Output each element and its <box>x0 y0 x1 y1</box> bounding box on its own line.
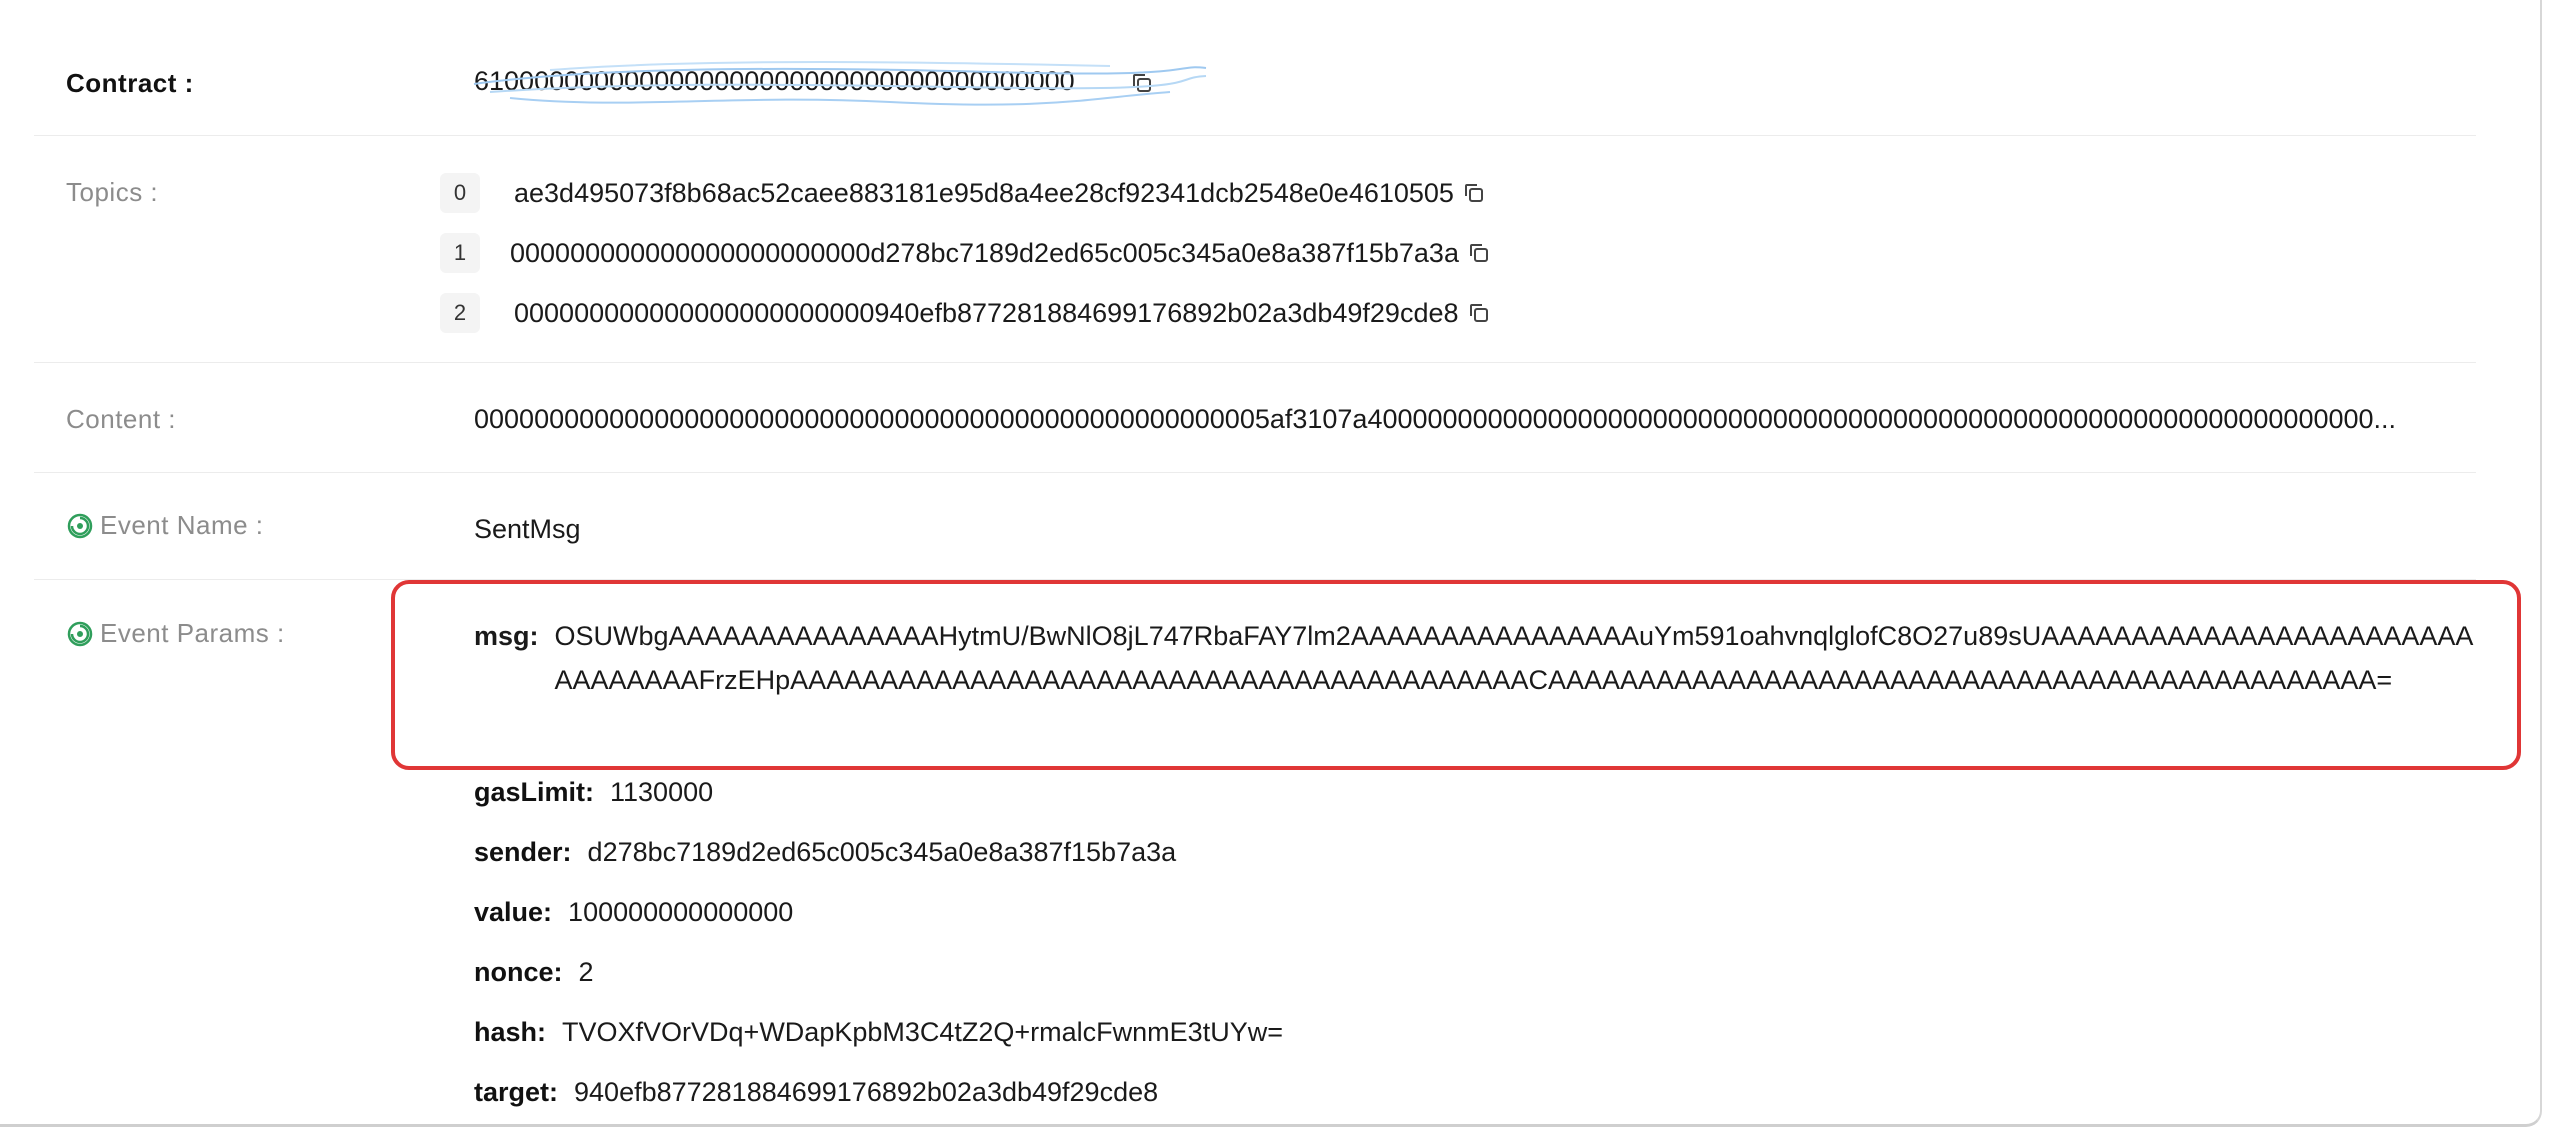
topics-label: Topics : <box>66 177 159 207</box>
param-key: msg: <box>474 621 539 651</box>
copy-icon[interactable] <box>1467 241 1491 265</box>
param-row: hash: TVOXfVOrVDq+WDapKpbM3C4tZ2Q+rmalcF… <box>474 1002 2470 1062</box>
param-row: gasLimit: 1130000 <box>474 762 2470 822</box>
param-value[interactable]: 1130000 <box>610 770 713 814</box>
topic-item: 0 ae3d495073f8b68ac52caee883181e95d8a4ee… <box>440 173 1486 213</box>
topic-index: 1 <box>440 233 480 273</box>
topic-index: 0 <box>440 173 480 213</box>
event-status-icon <box>67 621 93 646</box>
copy-icon[interactable] <box>1130 71 1154 95</box>
contract-address-text: 6100000000000000000000000000000000000000 <box>474 66 1075 96</box>
param-row: target: 940efb877281884699176892b02a3db4… <box>474 1062 2470 1122</box>
content-value[interactable]: 0000000000000000000000000000000000000000… <box>474 404 2474 435</box>
event-params-label-wrap: Event Params : <box>66 618 285 649</box>
event-name-label: Event Name : <box>100 510 264 540</box>
param-value[interactable]: d278bc7189d2ed65c005c345a0e8a387f15b7a3a <box>588 830 1177 874</box>
event-name-row: Event Name : SentMsg <box>34 472 2476 580</box>
contract-value-wrap: 6100000000000000000000000000000000000000 <box>473 61 1207 106</box>
contract-row: Contract : 61000000000000000000000000000… <box>34 0 2476 136</box>
topic-item: 1 000000000000000000000000d278bc7189d2ed… <box>440 233 1491 273</box>
topic-item: 2 000000000000000000000000940efb87728188… <box>440 293 1491 333</box>
param-key: gasLimit: <box>474 777 595 807</box>
event-log-card: Contract : 61000000000000000000000000000… <box>0 0 2542 1127</box>
topic-index: 2 <box>440 293 480 333</box>
param-value[interactable]: TVOXfVOrVDq+WDapKpbM3C4tZ2Q+rmalcFwnmE3t… <box>562 1010 1283 1054</box>
param-key: sender: <box>474 837 572 867</box>
topic-value[interactable]: 000000000000000000000000d278bc7189d2ed65… <box>510 238 1459 269</box>
event-params-label: Event Params : <box>100 618 285 648</box>
event-params-list: gasLimit: 1130000 sender: d278bc7189d2ed… <box>474 762 2470 1122</box>
event-name-label-wrap: Event Name : <box>66 510 264 541</box>
copy-icon[interactable] <box>1467 301 1491 325</box>
param-value[interactable]: OSUWbgAAAAAAAAAAAAAAAHytmU/BwNlO8jL747Rb… <box>555 614 2474 702</box>
param-msg: msg: OSUWbgAAAAAAAAAAAAAAAHytmU/BwNlO8jL… <box>474 614 2474 702</box>
param-value[interactable]: 100000000000000 <box>568 890 793 934</box>
param-value[interactable]: 940efb877281884699176892b02a3db49f29cde8 <box>574 1070 1158 1114</box>
param-key: hash: <box>474 1017 547 1047</box>
contract-label: Contract : <box>66 68 194 98</box>
copy-icon[interactable] <box>1462 181 1486 205</box>
contract-address[interactable]: 6100000000000000000000000000000000000000 <box>473 61 1207 106</box>
content-label: Content : <box>66 404 177 434</box>
param-row: value: 100000000000000 <box>474 882 2470 942</box>
param-row: sender: d278bc7189d2ed65c005c345a0e8a387… <box>474 822 2470 882</box>
topic-value[interactable]: ae3d495073f8b68ac52caee883181e95d8a4ee28… <box>514 178 1454 209</box>
param-key: nonce: <box>474 957 563 987</box>
event-name-value: SentMsg <box>474 514 581 544</box>
param-row: nonce: 2 <box>474 942 2470 1002</box>
topic-value[interactable]: 000000000000000000000000940efb8772818846… <box>514 298 1459 329</box>
param-key: value: <box>474 897 553 927</box>
content-row: Content : 000000000000000000000000000000… <box>34 362 2476 473</box>
event-status-icon <box>67 513 93 538</box>
param-key: target: <box>474 1077 559 1107</box>
param-value[interactable]: 2 <box>579 950 594 994</box>
